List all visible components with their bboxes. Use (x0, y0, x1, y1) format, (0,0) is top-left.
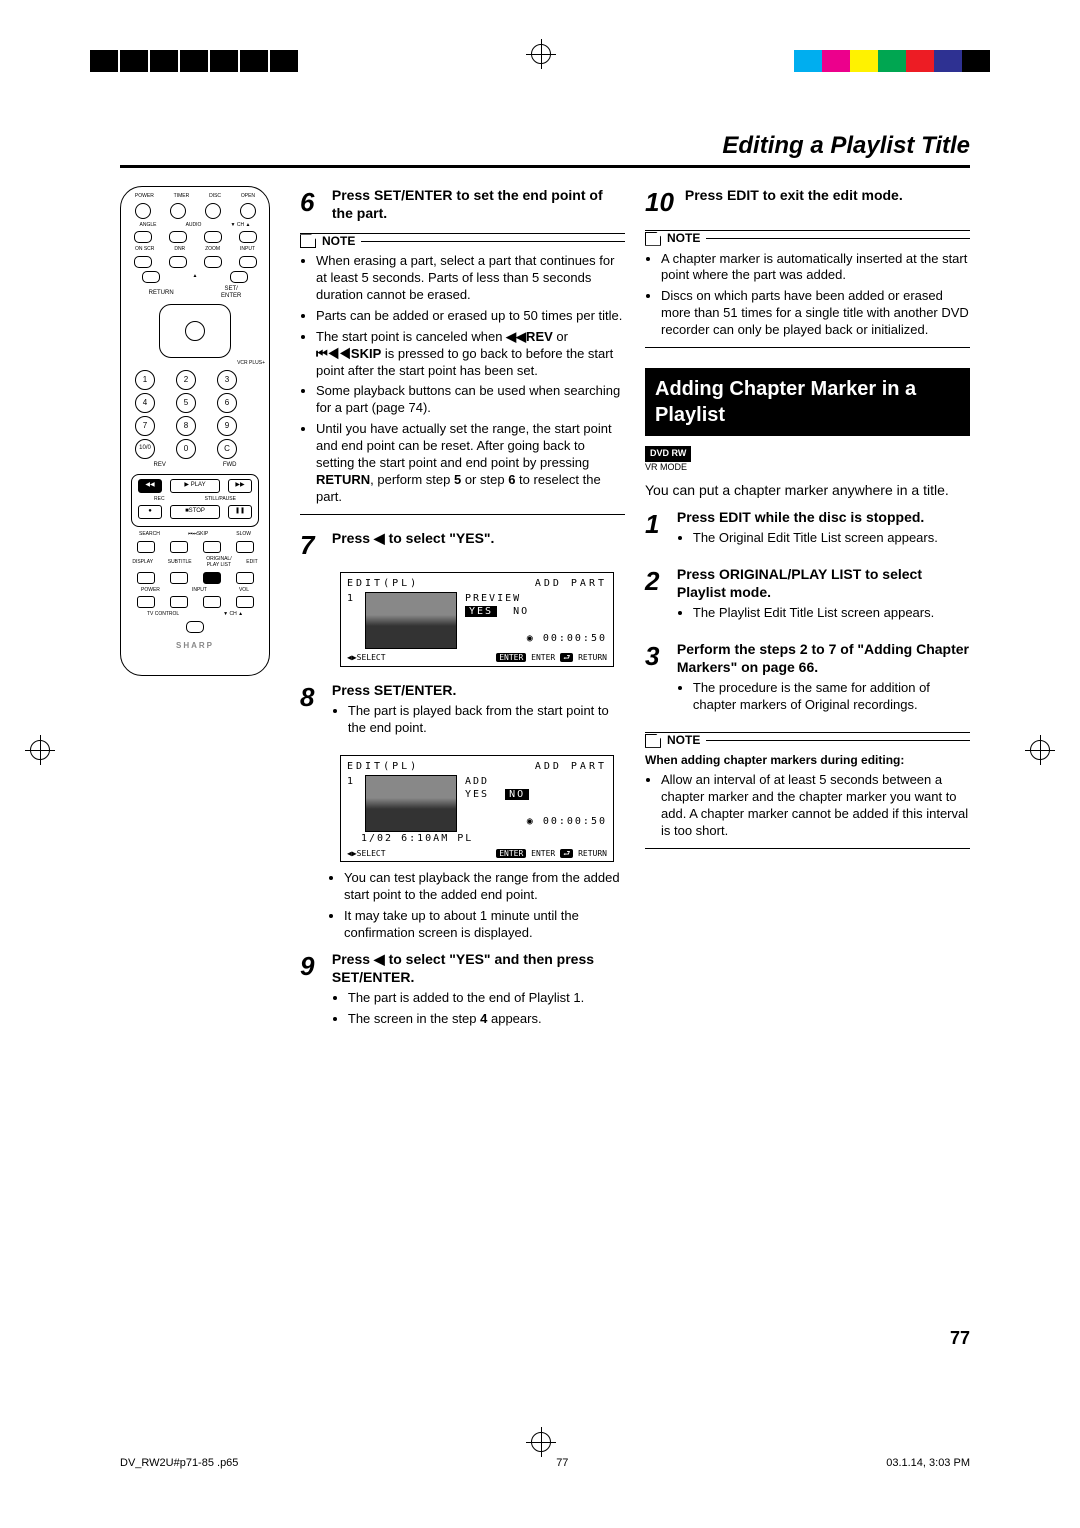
page-title: Editing a Playlist Title (120, 130, 970, 168)
crop-mark-left (30, 740, 50, 760)
preview-screen-2: EDIT(PL)ADD PART 1 ADD YES NO ◉ 00:00:50… (340, 755, 614, 862)
note-heading: NOTE (645, 732, 970, 749)
step-9: 9 Press ◀ to select "YES" and then press… (300, 950, 625, 1036)
step-8: 8 Press SET/ENTER. The part is played ba… (300, 681, 625, 745)
preview-screen-1: EDIT(PL)ADD PART 1 PREVIEW YES NO ◉ 00:0… (340, 572, 614, 666)
step-6: 6 Press SET/ENTER to set the end point o… (300, 186, 625, 222)
note-list: When erasing a part, select a part that … (300, 253, 625, 505)
brand-logo: SHARP (125, 641, 265, 651)
step-7: 7 Press ◀ to select "YES". (300, 529, 625, 563)
note-heading: NOTE (645, 230, 970, 247)
remote-column: POWERTIMERDISCOPEN ANGLEAUDIO▼ CH ▲ ON S… (120, 186, 280, 1046)
crop-mark-right (1030, 740, 1050, 760)
right-step-1: 1 Press EDIT while the disc is stopped. … (645, 508, 970, 555)
transport-controls: ◀◀▶ PLAY▶▶ RECSTILL/PAUSE ●■STOP❚❚ (131, 474, 259, 528)
section-heading: Adding Chapter Marker in a Playlist (645, 368, 970, 436)
page-number: 77 (950, 1327, 970, 1350)
right-column: 10 Press EDIT to exit the edit mode. NOT… (645, 186, 970, 1046)
right-step-2: 2 Press ORIGINAL/PLAY LIST to select Pla… (645, 565, 970, 630)
step-10: 10 Press EDIT to exit the edit mode. (645, 186, 970, 220)
remote-control-diagram: POWERTIMERDISCOPEN ANGLEAUDIO▼ CH ▲ ON S… (120, 186, 270, 676)
thumbnail-image (365, 592, 457, 649)
dvd-rw-badge: DVD RW (645, 446, 691, 462)
page-content: Editing a Playlist Title POWERTIMERDISCO… (120, 130, 970, 1360)
right-step-3: 3 Perform the steps 2 to 7 of "Adding Ch… (645, 640, 970, 722)
print-footer: DV_RW2U#p71-85 .p65 77 03.1.14, 3:03 PM (120, 1456, 970, 1470)
main-column: 6 Press SET/ENTER to set the end point o… (300, 186, 625, 1046)
crop-mark-bottom (531, 1432, 551, 1452)
thumbnail-image (365, 775, 457, 832)
note-heading: NOTE (300, 233, 625, 250)
crop-mark-top (531, 44, 551, 64)
dpad (159, 304, 231, 358)
